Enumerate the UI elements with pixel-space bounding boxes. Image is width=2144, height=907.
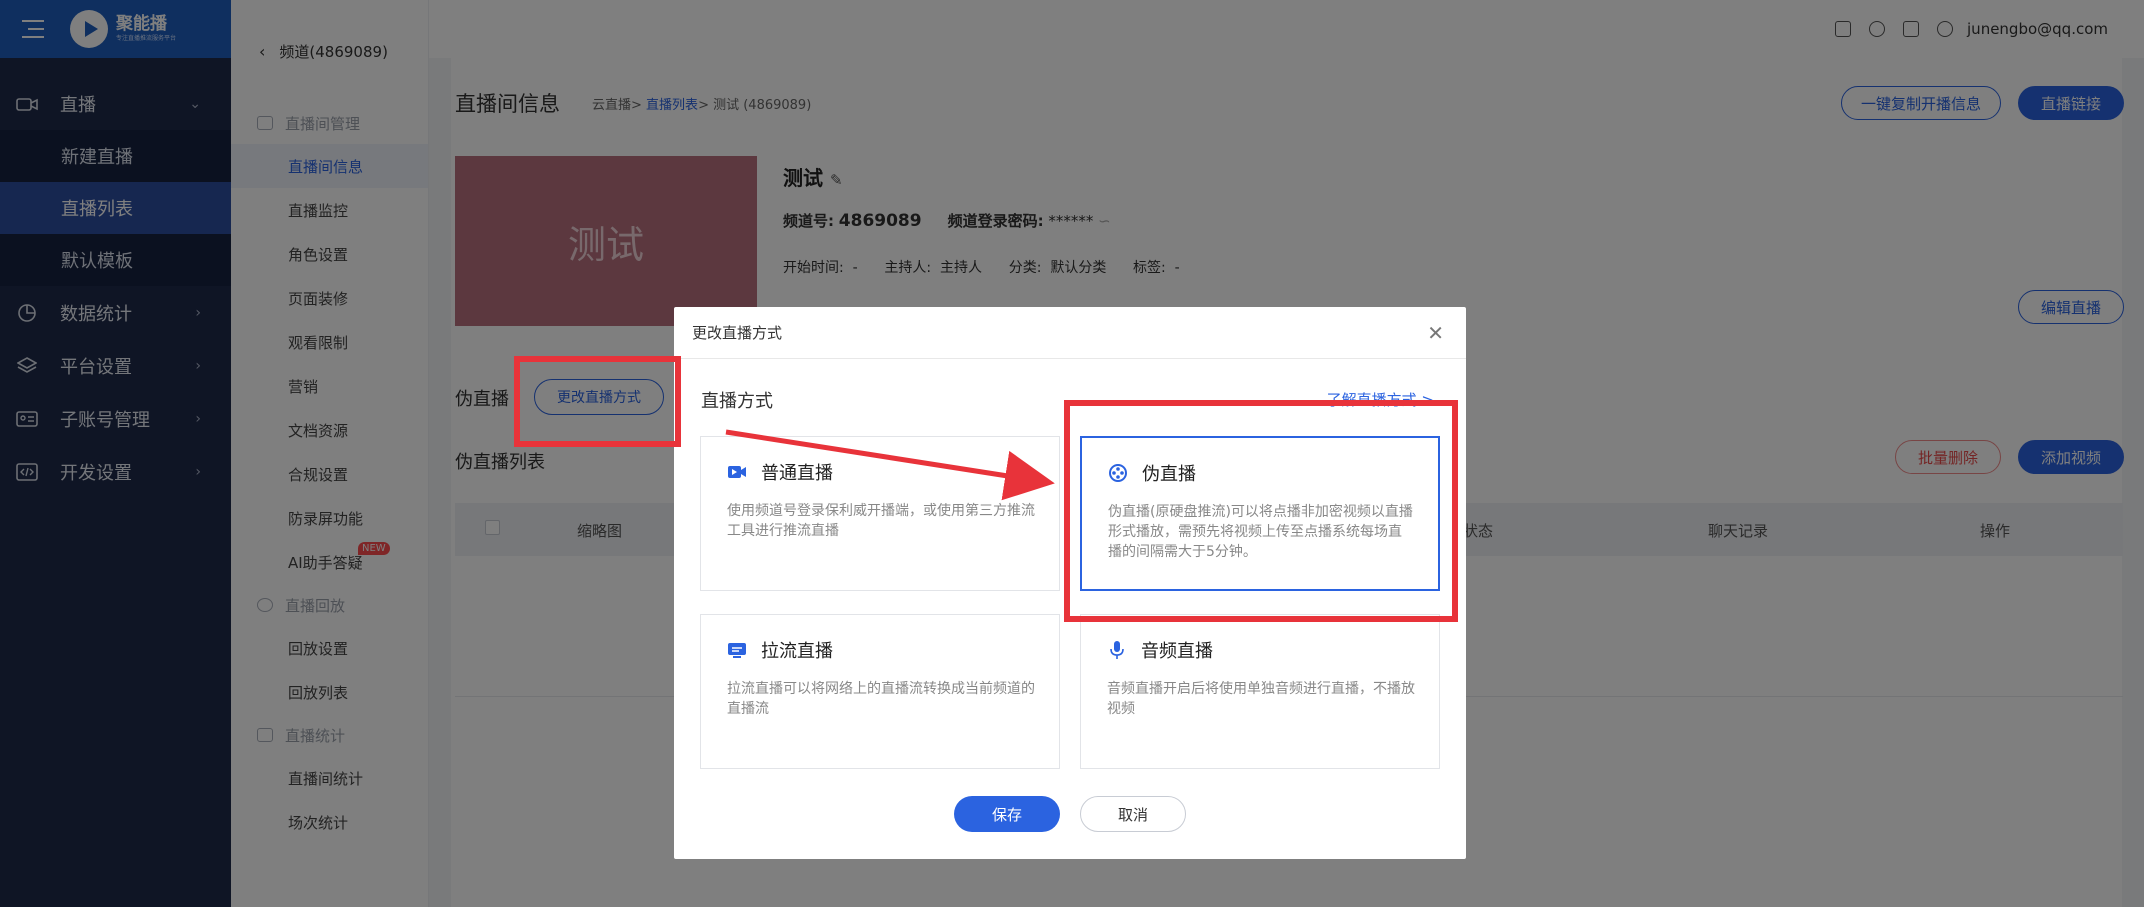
- option-desc: 音频直播开启后将使用单独音频进行直播，不播放视频: [1107, 681, 1415, 717]
- option-audio-live[interactable]: 音频直播 音频直播开启后将使用单独音频进行直播，不播放视频: [1080, 614, 1440, 769]
- dialog-title: 更改直播方式: [674, 307, 1466, 359]
- option-title: 伪直播: [1142, 464, 1196, 485]
- option-pseudo-live[interactable]: 伪直播 伪直播(原硬盘推流)可以将点播非加密视频以直播形式播放，需预先将视频上传…: [1080, 436, 1440, 591]
- option-title: 普通直播: [761, 463, 833, 484]
- option-desc: 伪直播(原硬盘推流)可以将点播非加密视频以直播形式播放，需预先将视频上传至点播系…: [1108, 504, 1413, 560]
- cancel-button[interactable]: 取消: [1080, 796, 1186, 832]
- film-reel-icon: [1108, 463, 1128, 483]
- video-camera-icon: [727, 462, 747, 482]
- dialog-section-label: 直播方式: [701, 391, 773, 412]
- save-button[interactable]: 保存: [954, 796, 1060, 832]
- option-desc: 拉流直播可以将网络上的直播流转换成当前频道的直播流: [727, 681, 1035, 717]
- option-pull-stream-live[interactable]: 拉流直播 拉流直播可以将网络上的直播流转换成当前频道的直播流: [700, 614, 1060, 769]
- close-icon[interactable]: ✕: [1427, 321, 1444, 345]
- option-title: 拉流直播: [761, 641, 833, 662]
- change-mode-dialog: 更改直播方式 ✕ 直播方式 了解直播方式 > 普通直播 使用频道号登录保利威开播…: [674, 307, 1466, 859]
- option-desc: 使用频道号登录保利威开播端，或使用第三方推流工具进行推流直播: [727, 503, 1035, 539]
- option-title: 音频直播: [1141, 641, 1213, 662]
- stream-screen-icon: [727, 640, 747, 660]
- microphone-icon: [1107, 640, 1127, 660]
- option-normal-live[interactable]: 普通直播 使用频道号登录保利威开播端，或使用第三方推流工具进行推流直播: [700, 436, 1060, 591]
- learn-modes-link[interactable]: 了解直播方式 >: [1327, 389, 1434, 410]
- app-root: 聚能播专注直播推流服务平台 直播 ⌄ 新建直播 直播列表 默认模板 数据统计 ›…: [0, 0, 2144, 907]
